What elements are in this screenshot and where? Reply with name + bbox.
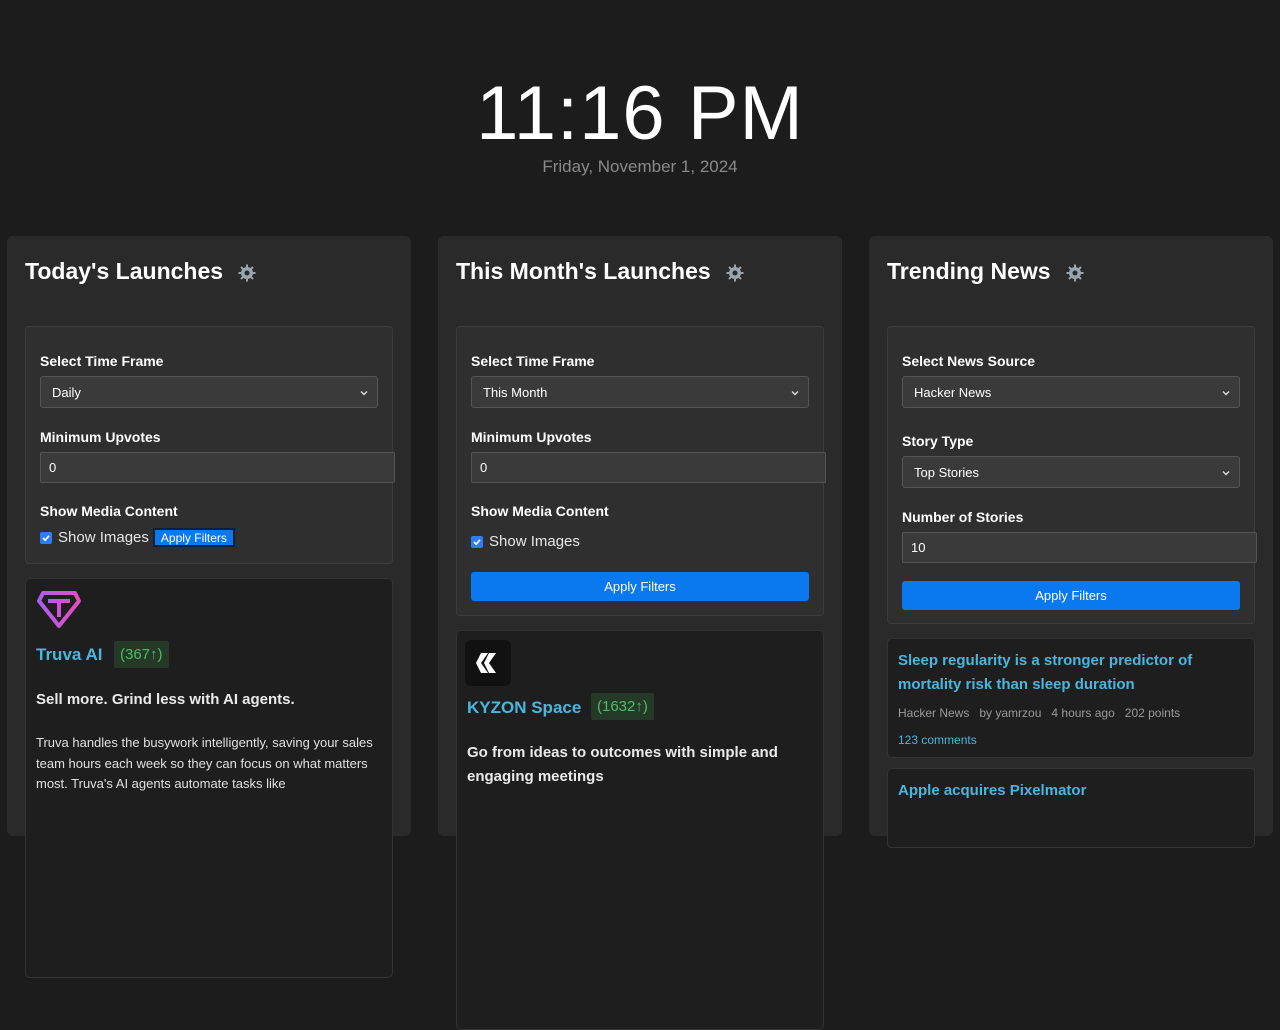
- clock-time: 11:16 PM: [476, 71, 804, 156]
- panel-title: Trending News: [887, 258, 1051, 284]
- panel-header: Trending News: [887, 258, 1085, 285]
- show-images-checkbox[interactable]: [471, 535, 483, 548]
- upvote-badge: (1632↑): [591, 693, 654, 720]
- trending-news-panel: Trending News Select News Source Hacker …: [869, 236, 1273, 848]
- story-type-select[interactable]: Top Stories: [902, 456, 1240, 488]
- product-tagline: Go from ideas to outcomes with simple an…: [467, 744, 778, 785]
- apply-filters-button[interactable]: Apply Filters: [471, 572, 809, 601]
- news-item[interactable]: Apple acquires Pixelmator: [887, 768, 1255, 848]
- filter-box: Select News Source Hacker News Story Typ…: [887, 326, 1257, 624]
- upvotes-input[interactable]: 0: [471, 452, 826, 483]
- news-title-link[interactable]: Sleep regularity is a stronger predictor…: [898, 649, 1228, 697]
- news-source-value: Hacker News: [914, 385, 992, 400]
- media-label: Show Media Content: [40, 503, 178, 519]
- gear-icon[interactable]: [237, 262, 257, 282]
- filter-box: Select Time Frame This Month Minimum Upv…: [456, 326, 826, 616]
- show-images-label: Show Images: [58, 529, 149, 546]
- chevron-down-icon: [790, 386, 800, 396]
- gear-icon[interactable]: [725, 262, 745, 282]
- product-card[interactable]: KYZON Space (1632↑) Go from ideas to out…: [456, 630, 824, 1030]
- upvotes-label: Minimum Upvotes: [471, 429, 592, 445]
- timeframe-value: This Month: [483, 385, 548, 400]
- news-source: Hacker News: [898, 706, 970, 720]
- timeframe-value: Daily: [52, 385, 81, 400]
- story-count-input[interactable]: 10: [902, 532, 1257, 563]
- product-description: Truva handles the busywork intelligently…: [36, 735, 373, 791]
- filter-box: Select Time Frame Daily Minimum Upvotes …: [25, 326, 395, 564]
- upvotes-label: Minimum Upvotes: [40, 429, 161, 445]
- news-source-label: Select News Source: [902, 353, 1036, 369]
- show-images-row: Show Images Apply Filters: [40, 528, 235, 547]
- clock-date: Friday, November 1, 2024: [542, 157, 738, 176]
- news-points: 202 points: [1124, 706, 1181, 720]
- monthly-launches-panel: This Month's Launches Select Time Frame …: [438, 236, 842, 1030]
- product-name[interactable]: Truva AI: [36, 645, 102, 665]
- panel-header: Today's Launches: [25, 258, 257, 285]
- news-item[interactable]: Sleep regularity is a stronger predictor…: [887, 638, 1255, 758]
- product-tagline: Sell more. Grind less with AI agents.: [36, 691, 295, 708]
- panel-header: This Month's Launches: [456, 258, 745, 285]
- upvote-badge: (367↑): [114, 641, 169, 668]
- product-card[interactable]: Truva AI (367↑) Sell more. Grind less wi…: [25, 578, 393, 978]
- kyzon-logo-icon: [465, 640, 511, 691]
- panel-title: Today's Launches: [25, 258, 224, 284]
- apply-filters-button[interactable]: Apply Filters: [902, 581, 1240, 610]
- news-time: 4 hours ago: [1051, 706, 1115, 720]
- story-count-label: Number of Stories: [902, 509, 1024, 525]
- chevron-down-icon: [1221, 466, 1231, 476]
- news-source-select[interactable]: Hacker News: [902, 376, 1240, 408]
- apply-filters-button[interactable]: Apply Filters: [152, 528, 235, 547]
- timeframe-select[interactable]: This Month: [471, 376, 809, 408]
- story-type-value: Top Stories: [914, 465, 980, 480]
- panel-title: This Month's Launches: [456, 258, 711, 284]
- story-type-label: Story Type: [902, 433, 974, 449]
- timeframe-label: Select Time Frame: [471, 353, 595, 369]
- show-images-row: Show Images: [471, 533, 580, 550]
- media-label: Show Media Content: [471, 503, 609, 519]
- news-title-link[interactable]: Apple acquires Pixelmator: [898, 779, 1228, 803]
- timeframe-label: Select Time Frame: [40, 353, 164, 369]
- news-meta: Hacker News by yamrzou 4 hours ago 202 p…: [898, 706, 1180, 720]
- timeframe-select[interactable]: Daily: [40, 376, 378, 408]
- todays-launches-panel: Today's Launches Select Time Frame Daily…: [7, 236, 411, 978]
- show-images-label: Show Images: [489, 533, 580, 550]
- news-author: by yamrzou: [979, 706, 1042, 720]
- product-name[interactable]: KYZON Space: [467, 698, 581, 718]
- upvotes-input[interactable]: 0: [40, 452, 395, 483]
- show-images-checkbox[interactable]: [40, 531, 52, 544]
- gem-logo-icon: [36, 589, 82, 634]
- news-comments-link[interactable]: 123 comments: [898, 733, 977, 747]
- chevron-down-icon: [359, 386, 369, 396]
- gear-icon[interactable]: [1065, 262, 1085, 282]
- chevron-down-icon: [1221, 386, 1231, 396]
